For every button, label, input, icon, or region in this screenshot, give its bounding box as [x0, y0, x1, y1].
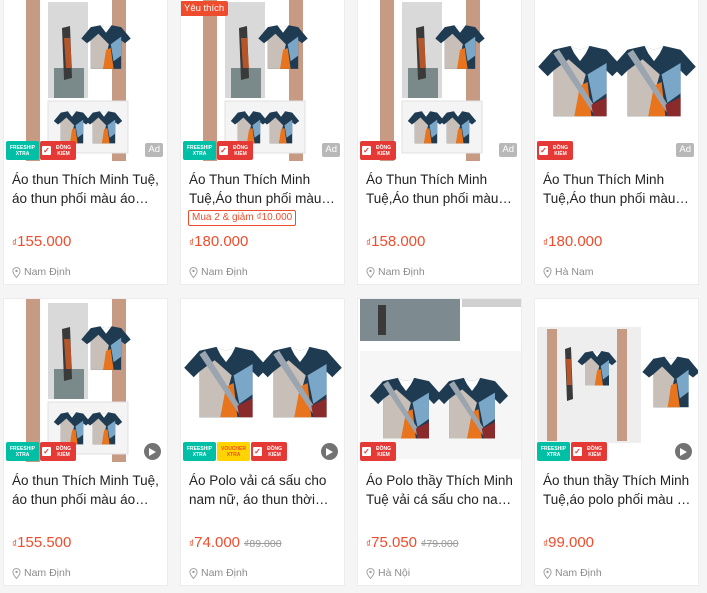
check-icon: ✓: [253, 447, 262, 456]
location: Hà Nội: [366, 567, 410, 579]
dong-kiem-badge: ✓ ĐỒNG KIỂM: [40, 141, 76, 160]
freeship-badge: FREESHIP XTRA: [537, 442, 570, 461]
location: Hà Nam: [543, 266, 594, 278]
check-icon: ✓: [219, 146, 228, 155]
original-price: ₫89.000: [244, 538, 282, 550]
dong-kiem-badge: ✓ ĐỒNG KIỂM: [40, 442, 76, 461]
location: Nam Định: [189, 266, 248, 278]
ad-label: Ad: [676, 143, 694, 157]
badge-row: FREESHIP XTRA ✓ ĐỒNG KIỂM: [183, 141, 253, 160]
product-card[interactable]: ✓ ĐỒNG KIỂM Áo Polo thầy Thích Minh Tuệ v…: [357, 298, 522, 586]
dong-kiem-badge: ✓ ĐỒNG KIỂM: [360, 141, 396, 160]
product-image[interactable]: [4, 299, 167, 462]
badge-row: ✓ ĐỒNG KIỂM: [360, 442, 396, 461]
location-pin-icon: [12, 266, 21, 278]
price-row: ₫158.000: [366, 233, 425, 251]
product-title[interactable]: Áo Thun Thích Minh Tuệ,Áo thun phối màu …: [543, 170, 693, 208]
location-pin-icon: [366, 567, 375, 579]
freeship-badge: FREESHIP XTRA: [183, 442, 216, 461]
product-image[interactable]: [181, 299, 344, 462]
product-card[interactable]: ✓ ĐỒNG KIỂM Ad Áo Thun Thích Minh Tuệ,Áo …: [357, 0, 522, 285]
product-title[interactable]: Áo thun Thích Minh Tuệ, áo thun phối màu…: [12, 471, 162, 509]
location-pin-icon: [543, 266, 552, 278]
product-title[interactable]: Áo Polo vải cá sấu cho nam nữ, áo thun t…: [189, 471, 339, 509]
product-image[interactable]: [358, 0, 521, 161]
product-title[interactable]: Áo Thun Thích Minh Tuệ,Áo thun phối màu …: [366, 170, 516, 208]
product-title[interactable]: Áo thun Thích Minh Tuệ, áo thun phối màu…: [12, 170, 162, 208]
price-row: ₫180.000: [543, 233, 602, 251]
price-row: ₫155.500: [12, 534, 71, 552]
price: 75.050: [371, 534, 418, 551]
check-icon: ✓: [362, 146, 371, 155]
product-image[interactable]: [181, 0, 344, 161]
product-card[interactable]: FREESHIP XTRA ✓ ĐỒNG KIỂM Ad Áo thun Thíc…: [3, 0, 168, 285]
dong-kiem-badge: ✓ ĐỒNG KIỂM: [217, 141, 253, 160]
location-pin-icon: [366, 266, 375, 278]
price-row: ₫74.000 ₫89.000: [189, 534, 282, 552]
location: Nam Định: [543, 567, 602, 579]
play-icon[interactable]: [144, 443, 161, 460]
price: 155.500: [17, 534, 72, 551]
badge-row: FREESHIP XTRA ✓ ĐỒNG KIỂM: [537, 442, 607, 461]
price-row: ₫99.000: [543, 534, 594, 552]
product-grid: FREESHIP XTRA ✓ ĐỒNG KIỂM Ad Áo thun Thíc…: [0, 0, 707, 593]
dong-kiem-badge: ✓ ĐỒNG KIỂM: [571, 442, 607, 461]
ad-label: Ad: [145, 143, 163, 157]
play-icon[interactable]: [321, 443, 338, 460]
location: Nam Định: [12, 266, 71, 278]
check-icon: ✓: [573, 447, 582, 456]
product-image[interactable]: [4, 0, 167, 161]
check-icon: ✓: [539, 146, 548, 155]
original-price: ₫79.000: [421, 538, 459, 550]
check-icon: ✓: [42, 447, 51, 456]
badge-row: ✓ ĐỒNG KIỂM: [360, 141, 396, 160]
location: Nam Định: [189, 567, 248, 579]
product-card[interactable]: FREESHIP XTRA ✓ ĐỒNG KIỂM Áo thun thầy Th…: [534, 298, 699, 586]
ad-label: Ad: [322, 143, 340, 157]
badge-row: ✓ ĐỒNG KIỂM: [537, 141, 573, 160]
product-image[interactable]: [535, 299, 698, 462]
price-row: ₫155.000: [12, 233, 71, 251]
price-row: ₫180.000: [189, 233, 248, 251]
price-row: ₫75.050 ₫79.000: [366, 534, 459, 552]
price: 155.000: [17, 233, 72, 250]
location: Nam Định: [12, 567, 71, 579]
location-pin-icon: [12, 567, 21, 579]
badge-row: FREESHIP XTRA ✓ ĐỒNG KIỂM: [6, 442, 76, 461]
product-card[interactable]: ✓ ĐỒNG KIỂM Ad Áo Thun Thích Minh Tuệ,Áo …: [534, 0, 699, 285]
freeship-badge: FREESHIP XTRA: [6, 442, 39, 461]
promo-tag: Mua 2 & giảm ₫10.000: [188, 210, 297, 226]
product-card[interactable]: Yêu thích FREESHIP XTRA ✓ ĐỒNG KIỂM Ad Áo…: [180, 0, 345, 285]
location: Nam Định: [366, 266, 425, 278]
product-title[interactable]: Áo Polo thầy Thích Minh Tuệ vải cá sấu c…: [366, 471, 516, 509]
product-card[interactable]: FREESHIP XTRA VOUCHER XTRA ✓ ĐỒNG KIỂM Áo…: [180, 298, 345, 586]
check-icon: ✓: [42, 146, 51, 155]
check-icon: ✓: [362, 447, 371, 456]
dong-kiem-badge: ✓ ĐỒNG KIỂM: [537, 141, 573, 160]
location-pin-icon: [543, 567, 552, 579]
product-image[interactable]: [535, 0, 698, 161]
location-pin-icon: [189, 266, 198, 278]
badge-row: FREESHIP XTRA ✓ ĐỒNG KIỂM: [6, 141, 76, 160]
product-card[interactable]: FREESHIP XTRA ✓ ĐỒNG KIỂM Áo thun Thích M…: [3, 298, 168, 586]
voucher-badge: VOUCHER XTRA: [217, 442, 250, 461]
location-pin-icon: [189, 567, 198, 579]
price: 158.000: [371, 233, 426, 250]
price: 74.000: [194, 534, 241, 551]
price: 180.000: [548, 233, 603, 250]
ad-label: Ad: [499, 143, 517, 157]
play-icon[interactable]: [675, 443, 692, 460]
product-title[interactable]: Áo Thun Thích Minh Tuệ,Áo thun phối màu …: [189, 170, 339, 208]
price: 180.000: [194, 233, 249, 250]
dong-kiem-badge: ✓ ĐỒNG KIỂM: [360, 442, 396, 461]
freeship-badge: FREESHIP XTRA: [6, 141, 39, 160]
dong-kiem-badge: ✓ ĐỒNG KIỂM: [251, 442, 287, 461]
freeship-badge: FREESHIP XTRA: [183, 141, 216, 160]
product-title[interactable]: Áo thun thầy Thích Minh Tuệ,áo polo phối…: [543, 471, 693, 509]
favorite-label: Yêu thích: [181, 1, 229, 16]
badge-row: FREESHIP XTRA VOUCHER XTRA ✓ ĐỒNG KIỂM: [183, 442, 287, 461]
price: 99.000: [548, 534, 595, 551]
product-image[interactable]: [358, 299, 521, 462]
